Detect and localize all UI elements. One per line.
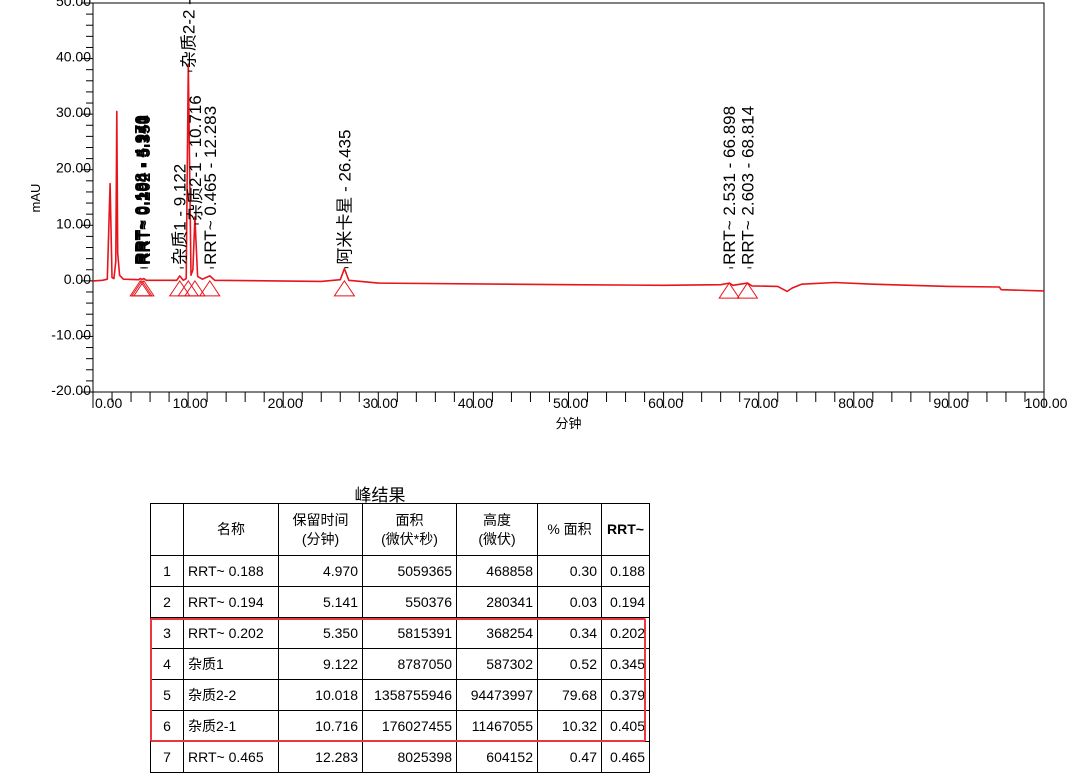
y-tick-label: 0.00 (64, 271, 91, 287)
row-rrt: 0.345 (601, 648, 650, 680)
x-tick-label: 10.00 (173, 395, 208, 411)
row-area: 550376 (362, 586, 457, 618)
row-height: 11467055 (456, 710, 538, 742)
row-name: 杂质2-2 (183, 679, 279, 711)
row-retention-time: 10.018 (278, 679, 363, 711)
row-name: RRT~ 0.188 (183, 555, 279, 587)
row-height: 368254 (456, 617, 538, 649)
table-header-row: 名称 保留时间 (分钟) 面积 (微伏*秒) 高度 (微伏) % 面积 RRT~ (150, 503, 650, 556)
row-height: 468858 (456, 555, 538, 587)
row-area-percent: 79.68 (537, 679, 602, 711)
x-tick-label: 30.00 (363, 395, 398, 411)
x-tick-label: 50.00 (553, 395, 588, 411)
row-name: 杂质2-1 (183, 710, 279, 742)
peak-label: RRT~ 0.202 - 5.350 (135, 115, 154, 265)
row-index: 4 (150, 648, 184, 680)
row-rrt: 0.405 (601, 710, 650, 742)
header-area: 面积 (微伏*秒) (362, 503, 457, 556)
row-index: 6 (150, 710, 184, 742)
header-area-percent: % 面积 (537, 503, 602, 556)
header-retention-time: 保留时间 (分钟) (278, 503, 363, 556)
row-rrt: 0.202 (601, 617, 650, 649)
y-tick-label: -20.00 (51, 382, 91, 398)
row-area-percent: 0.30 (537, 555, 602, 587)
row-name: RRT~ 0.194 (183, 586, 279, 618)
header-height: 高度 (微伏) (456, 503, 538, 556)
x-axis-title: 分钟 (555, 416, 581, 431)
row-retention-time: 4.970 (278, 555, 363, 587)
x-tick-label: 90.00 (933, 395, 968, 411)
table-row: 5 杂质2-2 10.018 1358755946 94473997 79.68 0.379 (150, 679, 650, 711)
row-area-percent: 0.34 (537, 617, 602, 649)
x-tick-label: 80.00 (838, 395, 873, 411)
header-name: 名称 (183, 503, 279, 556)
row-index: 7 (150, 741, 184, 773)
peak-label: RRT~ 2.531 - 66.898 (720, 106, 739, 265)
row-index: 2 (150, 586, 184, 618)
row-rrt: 0.194 (601, 586, 650, 618)
y-axis-title: mAU (28, 184, 43, 213)
table-row: 4 杂质1 9.122 8787050 587302 0.52 0.345 (150, 648, 650, 680)
peak-results-table: 名称 保留时间 (分钟) 面积 (微伏*秒) 高度 (微伏) % 面积 RRT~ 1R… (150, 503, 650, 773)
row-area-percent: 0.52 (537, 648, 602, 680)
y-tick-label: 10.00 (56, 215, 91, 231)
row-height: 604152 (456, 741, 538, 773)
peak-marker (333, 279, 356, 297)
row-height: 94473997 (456, 679, 538, 711)
table-row: 1 RRT~ 0.188 4.970 5059365 468858 0.30 0.188 (150, 555, 650, 587)
row-retention-time: 9.122 (278, 648, 363, 680)
row-index: 5 (150, 679, 184, 711)
row-retention-time: 5.350 (278, 617, 363, 649)
row-name: 杂质1 (183, 648, 279, 680)
row-name: RRT~ 0.202 (183, 617, 279, 649)
x-tick-label: 20.00 (268, 395, 303, 411)
peak-label: RRT~ 0.465 - 12.283 (201, 106, 220, 265)
y-tick-label: 20.00 (56, 160, 91, 176)
peak-label: RRT~ 2.603 - 68.814 (738, 106, 757, 265)
x-tick-label: 40.00 (458, 395, 493, 411)
row-area: 8025398 (362, 741, 457, 773)
peak-label: 阿米卡星 - 26.435 (335, 130, 354, 265)
table-row: 3 RRT~ 0.202 5.350 5815391 368254 0.34 0.202 (150, 617, 650, 649)
table-row: 7 RRT~ 0.465 12.283 8025398 604152 0.47 0.465 (150, 741, 650, 773)
y-tick-label: 50.00 (56, 0, 91, 9)
chromatogram-chart: 50.00 40.00 30.00 20.00 10.00 0.00 -10.00 -20.0… (0, 0, 1071, 445)
row-height: 587302 (456, 648, 538, 680)
chromatogram-svg: 50.00 40.00 30.00 20.00 10.00 0.00 -10.00 -20.0… (28, 0, 1068, 431)
header-index (150, 503, 184, 556)
row-area-percent: 0.47 (537, 741, 602, 773)
row-area-percent: 10.32 (537, 710, 602, 742)
row-height: 280341 (456, 586, 538, 618)
row-area: 1358755946 (362, 679, 457, 711)
x-tick-label: 100.00 (1025, 395, 1068, 411)
row-retention-time: 10.716 (278, 710, 363, 742)
x-tick-label: 70.00 (743, 395, 778, 411)
x-tick-label: 0.00 (95, 395, 122, 411)
y-tick-label: -10.00 (51, 326, 91, 342)
row-area: 176027455 (362, 710, 457, 742)
y-tick-label: 40.00 (56, 49, 91, 65)
table-body: 1 RRT~ 0.188 4.970 5059365 468858 0.30 0.188 2 R… (150, 555, 650, 773)
signal-trace (92, 63, 1045, 293)
row-rrt: 0.188 (601, 555, 650, 587)
plot-frame (92, 2, 1045, 393)
x-tick-label: 60.00 (648, 395, 683, 411)
row-retention-time: 12.283 (278, 741, 363, 773)
row-index: 3 (150, 617, 184, 649)
row-area-percent: 0.03 (537, 586, 602, 618)
y-tick-label: 30.00 (56, 104, 91, 120)
row-retention-time: 5.141 (278, 586, 363, 618)
row-rrt: 0.465 (601, 741, 650, 773)
row-area: 8787050 (362, 648, 457, 680)
row-index: 1 (150, 555, 184, 587)
table-row: 6 杂质2-1 10.716 176027455 11467055 10.32 0.405 (150, 710, 650, 742)
row-name: RRT~ 0.465 (183, 741, 279, 773)
row-area: 5815391 (362, 617, 457, 649)
peak-label: 杂质2-2 - 10.018 (179, 0, 198, 68)
table-row: 2 RRT~ 0.194 5.141 550376 280341 0.03 0.194 (150, 586, 650, 618)
row-rrt: 0.379 (601, 679, 650, 711)
row-area: 5059365 (362, 555, 457, 587)
header-rrt: RRT~ (601, 503, 650, 556)
